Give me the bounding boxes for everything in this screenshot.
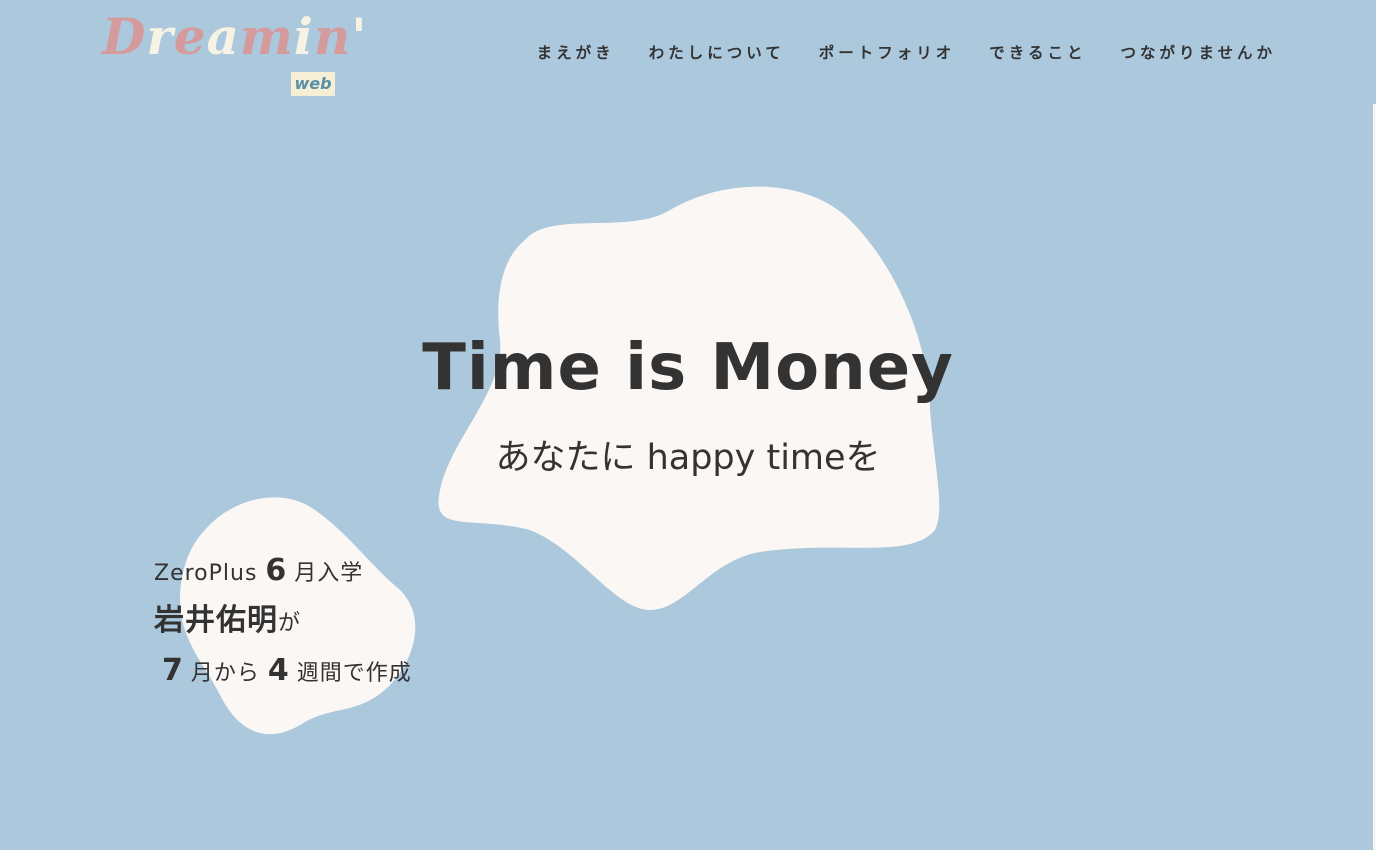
nav-item-skills[interactable]: できること [989,38,1086,68]
logo-letter: n [313,7,352,66]
credit-join-month: 6 [265,553,287,588]
credit-line-name: 岩井佑明が [154,596,412,646]
logo-letter: e [173,7,207,66]
logo-sub-label: web [291,72,335,96]
hero-title: Time is Money [0,325,1376,411]
site-logo[interactable]: Dreamin' web [100,2,366,102]
nav-item-maegaki[interactable]: まえがき [537,38,615,68]
main-nav: まえがき わたしについて ポートフォリオ できること つながりませんか [503,38,1276,68]
hero-subtitle: あなたに happy timeを [495,438,881,478]
credit-start-month: 7 [162,653,183,688]
credit-name: 岩井佑明 [154,603,278,638]
credit-weeks-suffix: 週間で作成 [296,661,412,686]
logo-letter: m [239,7,294,66]
logo-letter: r [146,7,174,66]
logo-letter: i [293,7,314,66]
logo-letter: ' [351,7,368,66]
credit-join-suffix: 月入学 [294,561,364,586]
credit-weeks: 4 [267,653,289,688]
nav-item-contact[interactable]: つながりませんか [1120,38,1276,68]
nav-item-portfolio[interactable]: ポートフォリオ [819,38,956,68]
credit-start-suffix: 月から [190,661,260,686]
logo-letter: D [102,7,147,66]
credit-line-period: 7 月から 4 週間で作成 [154,646,412,696]
credit-block: ZeroPlus 6 月入学 岩井佑明が 7 月から 4 週間で作成 [154,546,412,696]
hero-title-text: Time is Money [422,331,954,405]
page: Dreamin' web まえがき わたしについて ポートフォリオ できること … [0,0,1376,850]
credit-name-particle: が [278,611,302,636]
logo-wordmark: Dreamin' [102,2,368,72]
nav-item-about[interactable]: わたしについて [649,38,785,68]
credit-line-school: ZeroPlus 6 月入学 [154,546,412,596]
credit-school: ZeroPlus [154,561,258,586]
logo-letter: a [206,7,240,66]
